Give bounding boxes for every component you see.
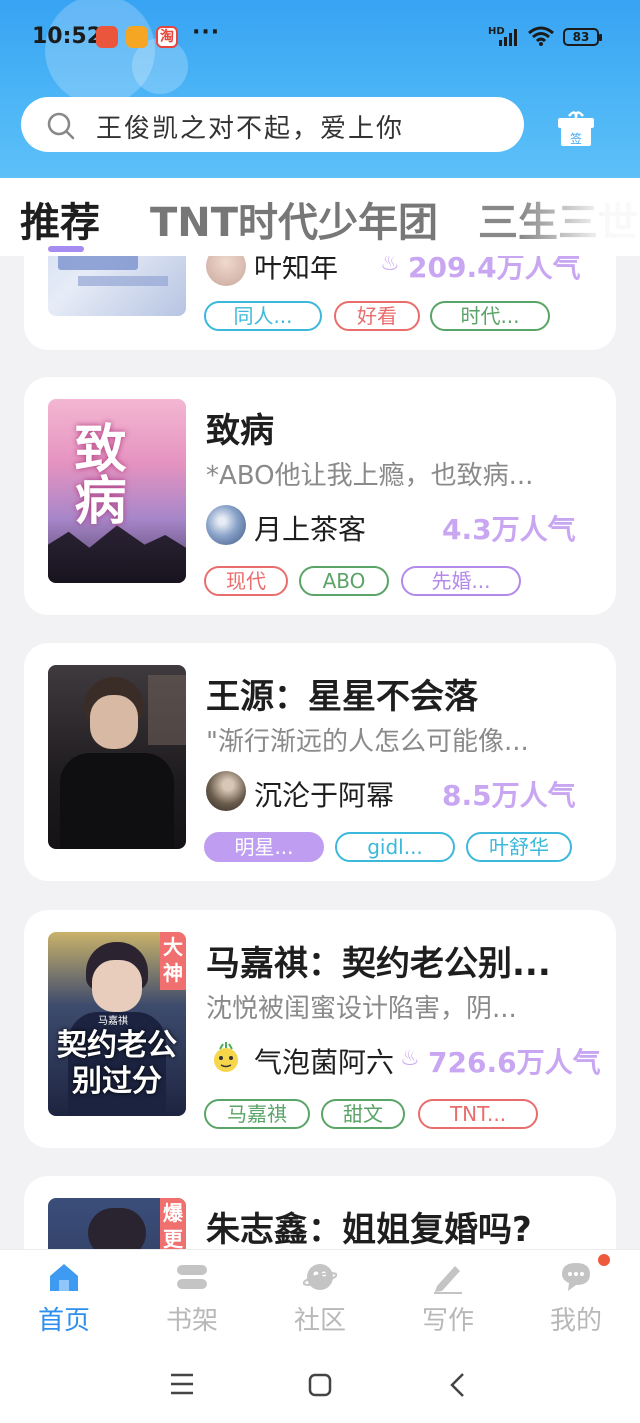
wifi-icon	[528, 26, 554, 46]
book-tag[interactable]: 同人...	[204, 301, 322, 331]
book-title[interactable]: 王源：星星不会落	[206, 669, 478, 718]
book-card[interactable]: 叶知年 ♨ 209.4万人气 同人... 好看 时代...	[24, 256, 616, 350]
book-tag[interactable]: gidl...	[335, 832, 455, 862]
popularity: 8.5万人气	[442, 779, 576, 812]
author-avatar	[206, 256, 246, 286]
nav-me[interactable]: 我的	[512, 1250, 640, 1346]
author-name[interactable]: 月上茶客	[254, 508, 366, 548]
chat-bubble-icon	[562, 1263, 590, 1291]
cover-title: 致病	[65, 421, 126, 525]
book-tag[interactable]: 马嘉祺	[204, 1099, 310, 1129]
bookshelf-icon	[177, 1265, 207, 1289]
book-tag[interactable]: 先婚...	[401, 566, 521, 596]
notification-app-icon	[126, 26, 148, 48]
book-tag[interactable]: 现代	[204, 566, 288, 596]
home-square-icon[interactable]	[308, 1373, 332, 1397]
book-tag[interactable]: 明星...	[204, 832, 324, 862]
book-tag[interactable]: 甜文	[321, 1099, 405, 1129]
author-avatar	[206, 505, 246, 545]
signin-label: 签	[570, 131, 582, 146]
system-nav-bar	[0, 1345, 640, 1423]
book-list: 叶知年 ♨ 209.4万人气 同人... 好看 时代... 致病 致病 *ABO…	[0, 256, 640, 1249]
cover-small-text: 马嘉祺	[98, 1016, 128, 1027]
active-tab-indicator	[48, 246, 84, 252]
book-description: *ABO他让我上瘾，也致病...	[206, 461, 534, 491]
popularity: 726.6万人气	[428, 1046, 601, 1079]
category-tabs: 推荐 TNT时代少年团 三生三世	[0, 178, 640, 256]
nav-label: 首页	[37, 1306, 90, 1336]
tab-tnt[interactable]: TNT时代少年团	[150, 190, 438, 248]
author-name[interactable]: 气泡菌阿六	[254, 1041, 394, 1081]
search-bar[interactable]: 王俊凯之对不起，爱上你	[21, 97, 524, 152]
book-cover	[48, 256, 186, 316]
signal-icon	[499, 29, 517, 46]
tab-fade	[520, 178, 640, 256]
status-bar: 10:52 淘 ··· HD 83	[0, 20, 640, 56]
book-title[interactable]: 致病	[206, 403, 274, 452]
badge-hot-update: 爆更	[160, 1198, 186, 1249]
popularity: 4.3万人气	[442, 513, 576, 546]
status-time: 10:52	[32, 24, 103, 49]
book-tag[interactable]: TNT...	[418, 1099, 538, 1129]
search-icon	[47, 112, 75, 140]
nav-label: 我的	[549, 1306, 602, 1336]
battery-indicator: 83	[563, 28, 602, 46]
cover-title: 契约老公别过分	[57, 1028, 177, 1099]
book-card[interactable]: 爆更 朱志鑫：姐姐复婚吗?	[24, 1176, 616, 1249]
bubble-mascot-icon	[214, 1042, 238, 1072]
badge-master: 大神	[160, 932, 186, 990]
book-cover: 马嘉祺 契约老公别过分 大神	[48, 932, 186, 1116]
planet-icon	[303, 1264, 337, 1290]
header: 10:52 淘 ··· HD 83 王俊凯之对不起，爱上你 签	[0, 0, 640, 178]
book-card[interactable]: 马嘉祺 契约老公别过分 大神 马嘉祺：契约老公别... 沈悦被闺蜜设计陷害，阴.…	[24, 910, 616, 1148]
book-title[interactable]: 朱志鑫：姐姐复婚吗?	[206, 1202, 532, 1249]
notification-dot	[598, 1254, 610, 1266]
notification-app-icon	[96, 26, 118, 48]
daily-signin-button[interactable]: 签	[556, 110, 596, 148]
flame-icon: ♨	[400, 1046, 420, 1071]
book-cover: 致病	[48, 399, 186, 583]
book-description: "渐行渐远的人怎么可能像...	[206, 727, 529, 757]
nav-home[interactable]: 首页	[0, 1250, 128, 1346]
home-icon	[50, 1264, 78, 1291]
more-notifications-icon: ···	[192, 20, 221, 45]
book-cover	[48, 665, 186, 849]
book-tag[interactable]: 时代...	[430, 301, 550, 331]
book-card[interactable]: 致病 致病 *ABO他让我上瘾，也致病... 月上茶客 4.3万人气 现代 AB…	[24, 377, 616, 615]
author-name[interactable]: 叶知年	[254, 256, 338, 286]
search-query[interactable]: 王俊凯之对不起，爱上你	[96, 108, 404, 145]
book-cover: 爆更	[48, 1198, 186, 1249]
book-description: 沈悦被闺蜜设计陷害，阴...	[206, 994, 517, 1024]
book-title[interactable]: 马嘉祺：契约老公别...	[206, 936, 551, 985]
tab-recommend[interactable]: 推荐	[20, 190, 100, 248]
bottom-nav: 首页 书架 社区 写作 我的	[0, 1249, 640, 1345]
author-avatar	[206, 1038, 246, 1078]
author-avatar	[206, 771, 246, 811]
menu-icon[interactable]	[170, 1373, 194, 1395]
book-tag[interactable]: 好看	[334, 301, 420, 331]
nav-label: 社区	[293, 1306, 346, 1336]
nav-write[interactable]: 写作	[384, 1250, 512, 1346]
nav-label: 书架	[165, 1306, 218, 1336]
nav-label: 写作	[421, 1306, 474, 1336]
gift-icon: 签	[558, 111, 594, 146]
back-icon[interactable]	[448, 1372, 466, 1398]
taobao-icon: 淘	[156, 26, 178, 48]
book-card[interactable]: 王源：星星不会落 "渐行渐远的人怎么可能像... 沉沦于阿幂 8.5万人气 明星…	[24, 643, 616, 881]
flame-icon: ♨	[380, 256, 400, 276]
pen-icon	[434, 1266, 462, 1294]
nav-community[interactable]: 社区	[256, 1250, 384, 1346]
popularity: 209.4万人气	[408, 256, 581, 284]
nav-bookshelf[interactable]: 书架	[128, 1250, 256, 1346]
book-tag[interactable]: 叶舒华	[466, 832, 572, 862]
book-tag[interactable]: ABO	[299, 566, 389, 596]
author-name[interactable]: 沉沦于阿幂	[254, 774, 394, 814]
